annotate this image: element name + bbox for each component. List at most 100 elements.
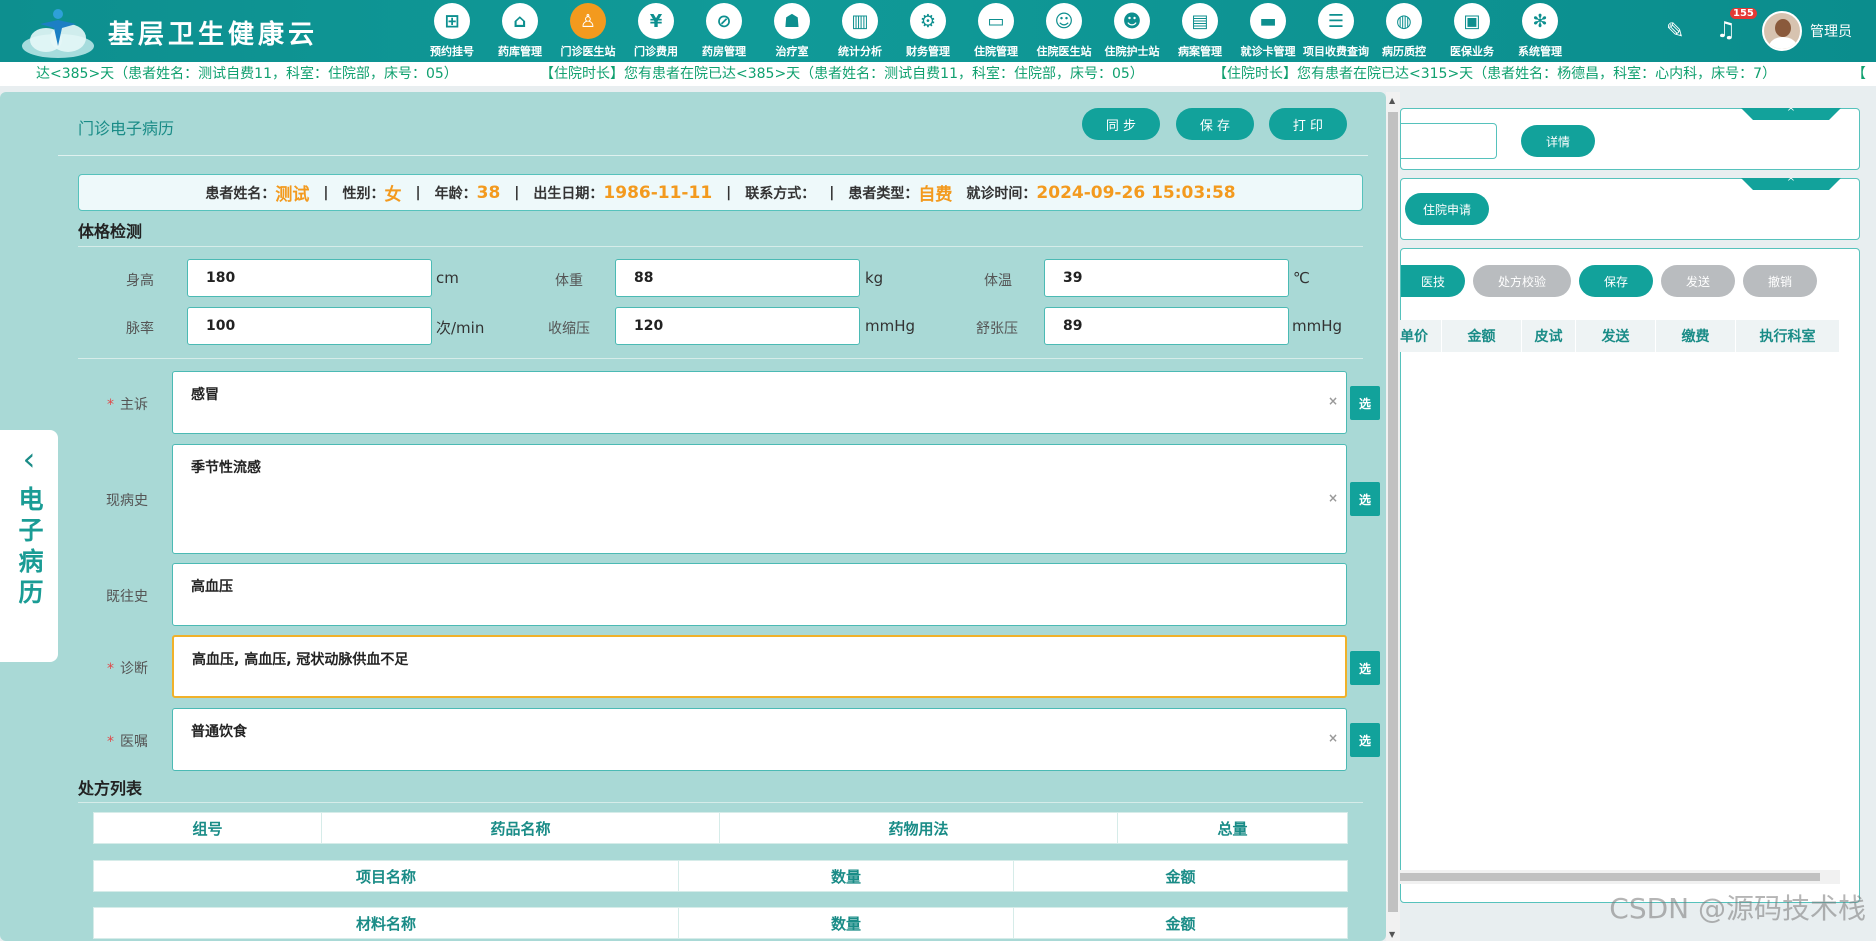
detail-button[interactable]: 详情 (1521, 125, 1595, 157)
nav-item-appointment[interactable]: ⊞ 预约挂号 (418, 0, 486, 62)
nav-item-medical-records[interactable]: ▤ 病案管理 (1166, 0, 1234, 62)
bg-search-input[interactable] (1401, 123, 1497, 159)
nav-item-drug-store[interactable]: ⌂ 药库管理 (486, 0, 554, 62)
nav-item-outpatient-doctor[interactable]: ♙ 门诊医生站 (554, 0, 622, 62)
drug-table-header: 组号 药品名称 药物用法 总量 (93, 812, 1348, 844)
complaint-textarea[interactable]: 感冒 × (172, 371, 1347, 434)
systolic-unit: mmHg (865, 317, 916, 335)
dob-label: 出生日期： (533, 185, 604, 202)
nav-item-system[interactable]: ✻ 系统管理 (1506, 0, 1574, 62)
advice-textarea[interactable]: 普通饮食 × (172, 708, 1347, 771)
diastolic-label: 舒张压 (976, 321, 1018, 337)
inpatient-apply-button[interactable]: 住院申请 (1405, 193, 1489, 225)
nav-item-treatment[interactable]: ☗ 治疗室 (758, 0, 826, 62)
nav-item-fee-query[interactable]: ☰ 项目收费查询 (1302, 0, 1370, 62)
present-illness-select-button[interactable]: 选 (1350, 482, 1380, 516)
ticker-item[interactable]: 【住院时长】您有患者在院已达<315>天（患者姓名：杨德昌，科室：心内科，床号：… (1213, 62, 1776, 86)
pulse-input[interactable]: 100 (187, 307, 432, 345)
temperature-unit: ℃ (1293, 269, 1310, 287)
pen-icon[interactable]: ✎ (1666, 19, 1690, 44)
patient-sex: 女 (384, 185, 402, 205)
quality-icon: ◍ (1386, 3, 1422, 39)
contact-label: 联系方式： (745, 185, 816, 202)
col-drug-name: 药品名称 (322, 813, 720, 843)
warehouse-icon: ⌂ (502, 3, 538, 39)
height-label: 身高 (126, 273, 154, 289)
user-name[interactable]: 管理员 (1810, 21, 1852, 41)
diagnosis-textarea[interactable]: 高血压, 高血压, 冠状动脉供血不足 (172, 635, 1347, 698)
nav-item-insurance[interactable]: ▣ 医保业务 (1438, 0, 1506, 62)
scroll-up-icon[interactable]: ▲ (1389, 96, 1395, 105)
nav-item-statistics[interactable]: ▥ 统计分析 (826, 0, 894, 62)
ticker-item[interactable]: 【 (1852, 62, 1866, 86)
bg-horizontal-scrollbar[interactable] (1400, 870, 1840, 884)
emr-side-tab[interactable]: ‹ 电子病历 (0, 430, 58, 662)
nav-item-card-management[interactable]: ▬ 就诊卡管理 (1234, 0, 1302, 62)
collapse-icon[interactable]: ^ (1741, 178, 1841, 190)
height-input[interactable]: 180 (187, 259, 432, 297)
nav-item-record-qc[interactable]: ◍ 病历质控 (1370, 0, 1438, 62)
bell-icon[interactable]: ♫ 155 (1716, 8, 1757, 44)
visit-time-label: 就诊时间： (966, 185, 1037, 202)
sex-label: 性别： (342, 185, 385, 202)
systolic-input[interactable]: 120 (615, 307, 860, 345)
clear-icon[interactable]: × (1328, 491, 1338, 505)
medical-tech-button[interactable]: 医技 (1401, 265, 1465, 297)
patient-age: 38 (476, 182, 501, 203)
past-history-label: 既往史 (106, 589, 148, 605)
col-material-qty: 数量 (679, 908, 1014, 938)
patient-info-bar: 患者姓名： 测试 | 性别： 女 | 年龄： 38 | 出生日期： 1986-1… (78, 174, 1363, 211)
revoke-button[interactable]: 撤销 (1743, 265, 1817, 297)
present-illness-label: 现病史 (106, 493, 148, 509)
logo-icon (22, 9, 94, 58)
print-button[interactable]: 打 印 (1269, 108, 1347, 140)
save-button[interactable]: 保 存 (1176, 108, 1254, 140)
present-illness-textarea[interactable]: 季节性流感 × (172, 444, 1347, 554)
nav-item-pharmacy[interactable]: ⊘ 药房管理 (690, 0, 758, 62)
grid-col-send: 发送 (1576, 320, 1656, 352)
send-button[interactable]: 发送 (1661, 265, 1735, 297)
temperature-label: 体温 (984, 273, 1012, 289)
ticker-item[interactable]: 【住院时长】您有患者在院已达<385>天（患者姓名：测试自费11，科室：住院部，… (540, 62, 1144, 86)
avatar[interactable] (1762, 11, 1802, 51)
scroll-down-icon[interactable]: ▼ (1389, 930, 1395, 939)
clear-icon[interactable]: × (1328, 731, 1338, 745)
diagnosis-label: * 诊断 (107, 661, 148, 677)
complaint-label: * 主诉 (107, 397, 148, 413)
weight-label: 体重 (555, 273, 583, 289)
grid-col-skin-test: 皮试 (1522, 320, 1576, 352)
bg-save-button[interactable]: 保存 (1579, 265, 1653, 297)
doctor-card-icon: ☺ (1046, 3, 1082, 39)
weight-input[interactable]: 88 (615, 259, 860, 297)
sync-button[interactable]: 同 步 (1082, 108, 1160, 140)
header-tools: ✎ ♫ 155 管理员 (1666, 0, 1876, 62)
col-item-amount: 金额 (1165, 867, 1196, 886)
ticker-item[interactable]: 达<385>天（患者姓名：测试自费11，科室：住院部，床号：05） (36, 62, 458, 86)
rx-check-button[interactable]: 处方校验 (1473, 265, 1571, 297)
pulse-unit: 次/min (436, 319, 485, 337)
col-total: 总量 (1217, 819, 1248, 838)
past-history-textarea[interactable]: 高血压 (172, 563, 1347, 626)
pulse-label: 脉率 (126, 321, 154, 337)
complaint-select-button[interactable]: 选 (1350, 386, 1380, 420)
collapse-icon[interactable]: ^ (1741, 108, 1841, 120)
patient-name: 测试 (275, 185, 310, 205)
temperature-input[interactable]: 39 (1044, 259, 1289, 297)
top-header: 基层卫生健康云 ⊞ 预约挂号 ⌂ 药库管理 ♙ 门诊医生站 ¥ 门诊费用 ⊘ 药房管理 ☗… (0, 0, 1876, 62)
clear-icon[interactable]: × (1328, 394, 1338, 408)
patient-dob: 1986-11-11 (603, 182, 713, 203)
bg-search-panel: ^ 详情 (1400, 108, 1860, 170)
prescription-section-title: 处方列表 (78, 779, 143, 798)
nav-item-outpatient-fee[interactable]: ¥ 门诊费用 (622, 0, 690, 62)
watermark: CSDN @源码技术栈 (1609, 892, 1866, 925)
nav-item-finance[interactable]: ⚙ 财务管理 (894, 0, 962, 62)
advice-select-button[interactable]: 选 (1350, 723, 1380, 757)
bg-order-grid-header: 单价 金额 皮试 发送 缴费 执行科室 (1400, 320, 1840, 352)
patient-type: 自费 (918, 185, 953, 205)
nav-item-inpatient-doctor[interactable]: ☺ 住院医生站 (1030, 0, 1098, 62)
diagnosis-select-button[interactable]: 选 (1350, 651, 1380, 685)
nav-item-inpatient[interactable]: ▭ 住院管理 (962, 0, 1030, 62)
nav-item-inpatient-nurse[interactable]: ☻ 住院护士站 (1098, 0, 1166, 62)
diastolic-input[interactable]: 89 (1044, 307, 1289, 345)
modal-scrollbar[interactable]: ▲ ▼ (1386, 92, 1400, 941)
